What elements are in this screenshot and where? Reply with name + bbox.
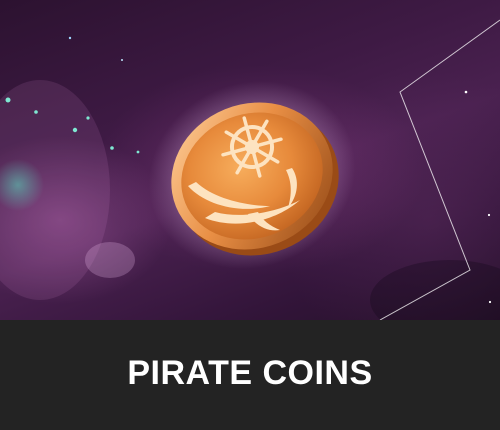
sparkle (136, 150, 140, 154)
sparkle (34, 110, 38, 114)
background-scene (0, 19, 500, 320)
star-dot (487, 213, 491, 217)
star-dot (488, 300, 492, 304)
sparkle (5, 97, 11, 103)
sparkle (86, 116, 90, 120)
haze-blob (85, 242, 135, 278)
sparkle (110, 146, 114, 150)
sparkle (72, 127, 78, 133)
card-label-bar: PIRATE COINS (0, 320, 500, 430)
card-artwork (0, 0, 500, 320)
card-title: PIRATE COINS (127, 353, 373, 392)
sparkle (68, 36, 72, 40)
pirate-coins-card[interactable]: PIRATE COINS (0, 0, 500, 430)
sparkle (121, 59, 123, 61)
star-dot (464, 90, 468, 94)
